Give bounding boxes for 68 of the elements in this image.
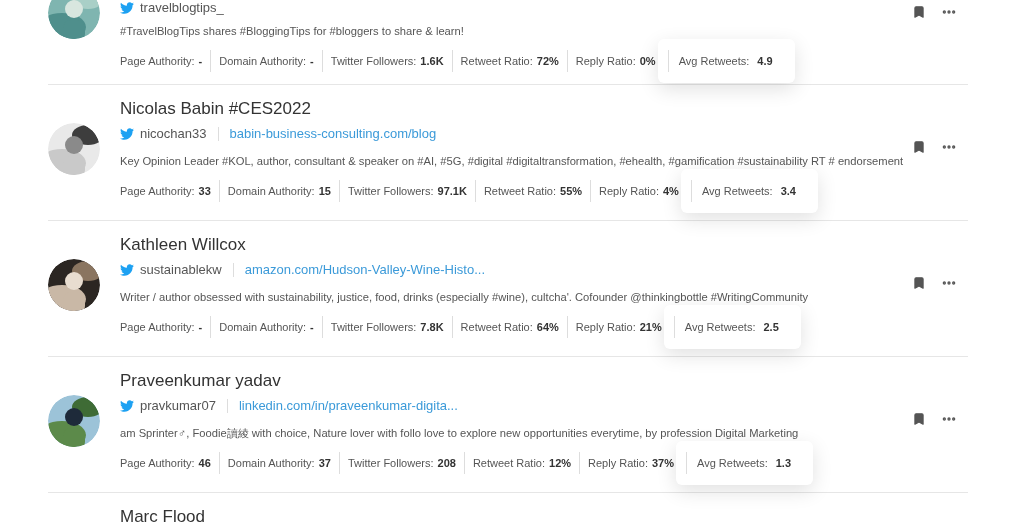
- stat-label: Page Authority:: [120, 319, 195, 335]
- stat-value: 0%: [639, 53, 656, 69]
- bookmark-icon[interactable]: [912, 4, 926, 20]
- stat-value: 37: [318, 455, 331, 471]
- stat-label: Page Authority:: [120, 53, 195, 69]
- bio-text: Key Opinion Leader #KOL, author, consultant & speaker on #AI, #5G, #digital #digitaltransformation, #ehealth, #gamification #sustainability RT # endorsement: [120, 153, 904, 169]
- stat-label: Avg Retweets:: [697, 455, 768, 471]
- influencer-name[interactable]: Marc Flood: [120, 504, 206, 523]
- stat-value: 15: [318, 183, 331, 199]
- bird-icon: [120, 263, 134, 277]
- stat-label: Domain Authority:: [227, 183, 315, 199]
- stat-value: 12%: [549, 455, 572, 471]
- influencer-name[interactable]: Nicolas Babin #CES2022: [120, 96, 311, 122]
- bio-text: Writer / author obsessed with sustainability, justice, food, drinks (especially #wine), cultcha'. Cofounder @thinkingbottle #WritingCommunity: [120, 289, 809, 305]
- twitter-handle: travelblogtips_: [140, 0, 224, 18]
- stat-value: -: [198, 53, 203, 69]
- stat-label: Domain Authority:: [227, 455, 315, 471]
- stat-label: Twitter Followers:: [330, 53, 417, 69]
- stat-value: 4.9: [757, 53, 773, 69]
- stat-value: 97.1K: [437, 183, 467, 199]
- stat-label: Reply Ratio:: [599, 183, 659, 199]
- stat-label: Reply Ratio:: [588, 455, 648, 471]
- stat-value: 33: [198, 183, 211, 199]
- stat-label: Avg Retweets:: [701, 183, 773, 199]
- bird-icon: [120, 1, 134, 15]
- stat-value: -: [310, 53, 314, 69]
- twitter-handle: pravkumar07: [140, 397, 216, 416]
- influencer-name[interactable]: Praveenkumar yadav: [120, 368, 281, 394]
- stat-label: Domain Authority:: [219, 319, 307, 335]
- stat-value: 46: [198, 455, 211, 471]
- stat-label: Twitter Followers:: [330, 319, 417, 335]
- stat-value: 208: [437, 455, 456, 471]
- stat-label: Retweet Ratio:: [472, 455, 546, 471]
- stat-value: 55%: [560, 183, 583, 199]
- bio-text: #TravelBlogTips shares #BloggingTips for #bloggers to share & learn!: [120, 23, 464, 39]
- stat-label: Retweet Ratio:: [460, 319, 533, 335]
- bookmark-icon[interactable]: [912, 139, 926, 155]
- stat-label: Page Authority:: [120, 455, 195, 471]
- stat-value: 72%: [536, 53, 559, 69]
- stat-label: Twitter Followers:: [347, 455, 434, 471]
- twitter-handle: nicochan33: [140, 125, 207, 144]
- stat-label: Reply Ratio:: [575, 319, 636, 335]
- stat-label: Avg Retweets:: [684, 319, 756, 335]
- stat-value: -: [310, 319, 314, 335]
- stat-value: 37%: [652, 455, 674, 471]
- influencer-name[interactable]: Kathleen Willcox: [120, 232, 246, 258]
- bookmark-icon[interactable]: [912, 275, 926, 291]
- stat-label: Twitter Followers:: [347, 183, 434, 199]
- bio-text: am Sprinter♂, Foodie讀綾 with choice, Nature lover with follo love to explore new opportunities everytime, by profession Digital Marketing: [120, 425, 799, 441]
- stat-value: 1.6K: [420, 53, 444, 69]
- stat-label: Retweet Ratio:: [460, 53, 533, 69]
- stat-value: 21%: [639, 319, 662, 335]
- stat-value: 2.5: [763, 319, 779, 335]
- bird-icon: [120, 127, 134, 141]
- stat-value: 64%: [536, 319, 559, 335]
- stat-value: 1.3: [775, 455, 792, 471]
- stat-value: 4%: [663, 183, 679, 199]
- stat-label: Domain Authority:: [219, 53, 307, 69]
- twitter-handle: sustainablekw: [140, 261, 222, 280]
- bird-icon: [120, 399, 134, 413]
- stat-label: Retweet Ratio:: [483, 183, 557, 199]
- bookmark-icon[interactable]: [912, 411, 926, 427]
- stat-value: 3.4: [780, 183, 796, 199]
- stat-label: Reply Ratio:: [575, 53, 636, 69]
- stat-label: Page Authority:: [120, 183, 195, 199]
- stat-value: 7.8K: [420, 319, 444, 335]
- stat-value: -: [198, 319, 203, 335]
- stat-label: Avg Retweets:: [678, 53, 750, 69]
